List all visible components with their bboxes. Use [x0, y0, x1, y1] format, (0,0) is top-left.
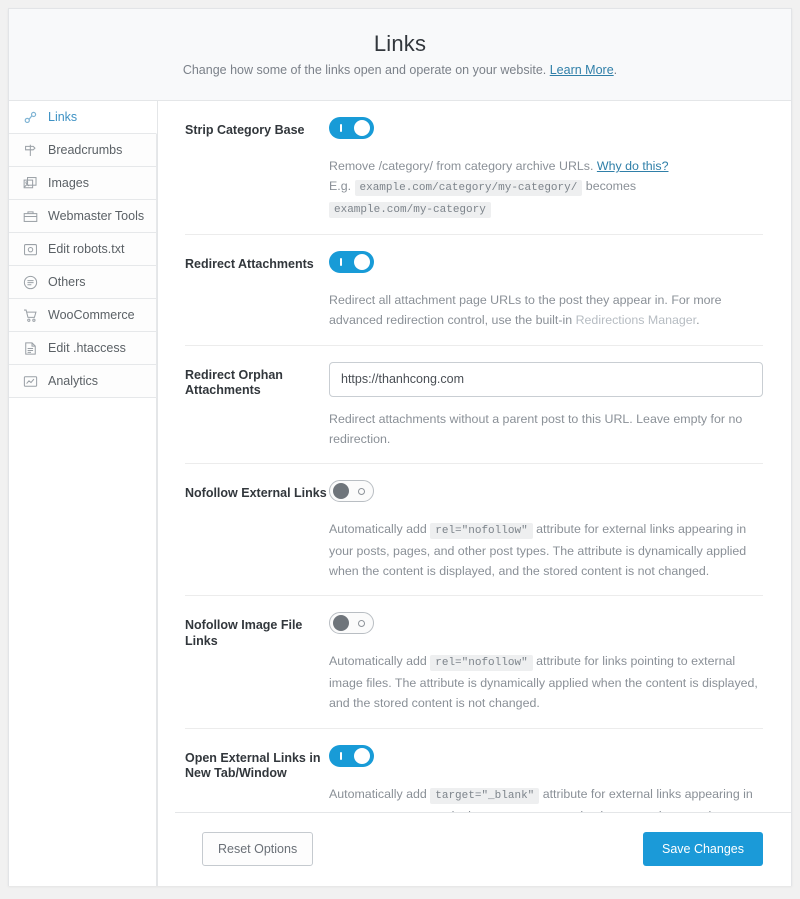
- code-target-blank: target="_blank": [430, 788, 539, 804]
- sidebar-item-label: Links: [48, 111, 77, 124]
- desc-text: Remove /category/ from category archive …: [329, 159, 597, 173]
- code-example-to: example.com/my-category: [329, 202, 491, 218]
- sidebar-item-images[interactable]: Images: [9, 167, 157, 200]
- setting-row-strip-category-base: Strip Category Base Remove /category/ fr…: [185, 101, 763, 235]
- setting-control: Redirect attachments without a parent po…: [329, 362, 763, 449]
- settings-list: Strip Category Base Remove /category/ fr…: [158, 101, 791, 886]
- sidebar-item-label: Images: [48, 177, 89, 190]
- eg-prefix: E.g.: [329, 179, 351, 193]
- subtitle-text: Change how some of the links open and op…: [183, 63, 550, 77]
- sidebar-item-analytics[interactable]: Analytics: [9, 365, 157, 398]
- redirect-orphan-url-input[interactable]: [329, 362, 763, 397]
- toggle-mark-icon: [340, 124, 342, 132]
- chart-icon: [22, 373, 39, 390]
- cart-icon: [22, 307, 39, 324]
- setting-row-redirect-orphan-attachments: Redirect Orphan Attachments Redirect att…: [185, 346, 763, 464]
- setting-control: Automatically add rel="nofollow" attribu…: [329, 612, 763, 713]
- images-icon: [22, 175, 39, 192]
- setting-label: Strip Category Base: [185, 117, 329, 220]
- robots-icon: [22, 241, 39, 258]
- sidebar-item-woocommerce[interactable]: WooCommerce: [9, 299, 157, 332]
- sidebar-item-others[interactable]: Others: [9, 266, 157, 299]
- sidebar-item-edit-robots-txt[interactable]: Edit robots.txt: [9, 233, 157, 266]
- signpost-icon: [22, 142, 39, 159]
- page-header: Links Change how some of the links open …: [9, 9, 791, 101]
- sidebar-item-label: Edit .htaccess: [48, 342, 126, 355]
- code-rel-nofollow: rel="nofollow": [430, 655, 532, 671]
- toggle-nofollow-external-links[interactable]: [329, 480, 374, 502]
- desc-period: .: [696, 313, 699, 327]
- subtitle-period: .: [614, 63, 617, 77]
- setting-row-nofollow-image-file-links: Nofollow Image File Links Automatically …: [185, 596, 763, 728]
- toggle-open-external-links-new-tab[interactable]: [329, 745, 374, 767]
- desc-text-before: Automatically add: [329, 522, 430, 536]
- setting-description: Automatically add rel="nofollow" attribu…: [329, 651, 763, 713]
- sidebar-filler: [9, 398, 157, 886]
- setting-description: Automatically add rel="nofollow" attribu…: [329, 519, 763, 581]
- sidebar-item-webmaster-tools[interactable]: Webmaster Tools: [9, 200, 157, 233]
- toggle-knob: [333, 483, 349, 499]
- setting-description: Remove /category/ from category archive …: [329, 156, 763, 220]
- sidebar-item-label: Edit robots.txt: [48, 243, 124, 256]
- setting-row-redirect-attachments: Redirect Attachments Redirect all attach…: [185, 235, 763, 345]
- setting-control: Automatically add rel="nofollow" attribu…: [329, 480, 763, 581]
- toggle-knob: [354, 120, 370, 136]
- learn-more-link[interactable]: Learn More: [550, 63, 614, 77]
- circle-list-icon: [22, 274, 39, 291]
- toggle-redirect-attachments[interactable]: [329, 251, 374, 273]
- setting-description: Redirect attachments without a parent po…: [329, 409, 763, 449]
- code-example-from: example.com/category/my-category/: [355, 180, 583, 196]
- sidebar-item-label: Analytics: [48, 375, 98, 388]
- page-subtitle: Change how some of the links open and op…: [183, 64, 617, 77]
- reset-options-button[interactable]: Reset Options: [202, 832, 313, 866]
- desc-text-before: Automatically add: [329, 787, 430, 801]
- toggle-knob: [354, 748, 370, 764]
- becomes-text: becomes: [586, 179, 636, 193]
- sidebar-item-label: WooCommerce: [48, 309, 135, 322]
- sidebar-item-label: Webmaster Tools: [48, 210, 144, 223]
- toggle-knob: [333, 615, 349, 631]
- toggle-mark-icon: [358, 620, 365, 627]
- why-do-this-link[interactable]: Why do this?: [597, 159, 669, 173]
- toggle-knob: [354, 254, 370, 270]
- toggle-strip-category-base[interactable]: [329, 117, 374, 139]
- page-title: Links: [374, 33, 426, 55]
- toggle-mark-icon: [340, 752, 342, 760]
- setting-label: Redirect Orphan Attachments: [185, 362, 329, 449]
- setting-row-nofollow-external-links: Nofollow External Links Automatically ad…: [185, 464, 763, 596]
- setting-label: Nofollow External Links: [185, 480, 329, 581]
- code-rel-nofollow: rel="nofollow": [430, 523, 532, 539]
- redirections-manager-link[interactable]: Redirections Manager: [576, 313, 697, 327]
- toggle-mark-icon: [358, 488, 365, 495]
- card-footer: Reset Options Save Changes: [175, 812, 791, 885]
- sidebar-item-edit-htaccess[interactable]: Edit .htaccess: [9, 332, 157, 365]
- setting-label: Nofollow Image File Links: [185, 612, 329, 713]
- toggle-mark-icon: [340, 258, 342, 266]
- settings-page: Links Change how some of the links open …: [0, 0, 800, 899]
- desc-text-before: Automatically add: [329, 654, 430, 668]
- setting-control: Remove /category/ from category archive …: [329, 117, 763, 220]
- briefcase-icon: [22, 208, 39, 225]
- toggle-nofollow-image-file-links[interactable]: [329, 612, 374, 634]
- setting-control: Redirect all attachment page URLs to the…: [329, 251, 763, 330]
- settings-card: Links Change how some of the links open …: [8, 8, 792, 886]
- setting-label: Redirect Attachments: [185, 251, 329, 330]
- sidebar-item-label: Breadcrumbs: [48, 144, 122, 157]
- sidebar-item-links[interactable]: Links: [9, 101, 157, 134]
- setting-description: Redirect all attachment page URLs to the…: [329, 290, 763, 330]
- save-changes-button[interactable]: Save Changes: [643, 832, 763, 866]
- sidebar: Links Breadcrumbs: [9, 101, 158, 886]
- sidebar-item-breadcrumbs[interactable]: Breadcrumbs: [9, 134, 157, 167]
- sidebar-item-label: Others: [48, 276, 86, 289]
- document-icon: [22, 340, 39, 357]
- link-icon: [22, 109, 39, 126]
- card-body: Links Breadcrumbs: [9, 101, 791, 886]
